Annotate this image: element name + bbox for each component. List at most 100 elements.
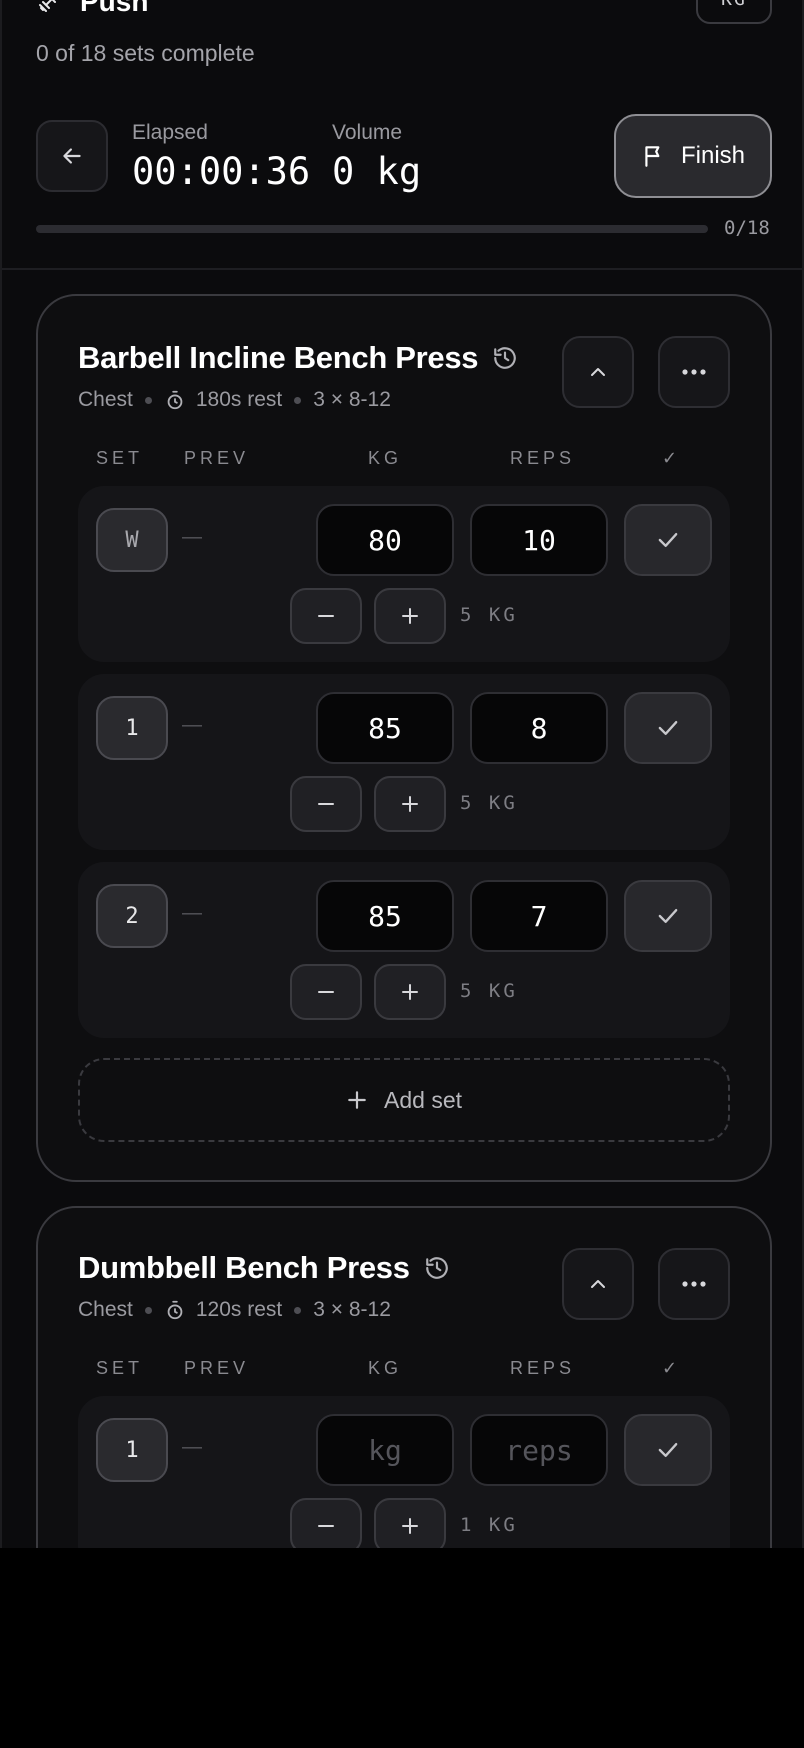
set-number-badge[interactable]: 1 [96, 696, 168, 760]
decrement-weight-button[interactable] [290, 776, 362, 832]
history-icon[interactable] [492, 345, 518, 371]
muscle-group: Chest [78, 1298, 133, 1321]
reps-input[interactable]: reps [470, 1414, 608, 1486]
reps-input[interactable]: 7 [470, 880, 608, 952]
workout-screen: Push KG 0 of 18 sets complete Elapsed 00… [0, 0, 804, 1548]
increment-weight-button[interactable] [374, 964, 446, 1020]
column-header-done: ✓ [662, 1358, 682, 1378]
set-scheme: 3 × 8-12 [313, 1298, 391, 1321]
increment-weight-button[interactable] [374, 588, 446, 644]
stopwatch-icon [167, 1300, 183, 1320]
chevron-up-icon [591, 368, 605, 376]
separator-dot [144, 1306, 152, 1314]
more-options-button[interactable] [658, 1248, 730, 1320]
check-icon [658, 533, 678, 547]
weight-input[interactable]: 85 [316, 880, 454, 952]
header-divider [2, 268, 802, 270]
workout-header: Push [36, 0, 148, 22]
minus-icon [318, 991, 334, 993]
reps-input[interactable]: 10 [470, 504, 608, 576]
rest-timer: 120s rest [164, 1298, 282, 1322]
add-set-label: Add set [384, 1086, 462, 1113]
column-header-done: ✓ [662, 448, 682, 468]
collapse-button[interactable] [562, 336, 634, 408]
rest-timer: 180s rest [164, 388, 282, 412]
weight-step-label: 5 KG [460, 792, 518, 814]
volume-value: 0 kg [332, 150, 422, 193]
previous-value: — [182, 1436, 202, 1458]
decrement-weight-button[interactable] [290, 964, 362, 1020]
decrement-weight-button[interactable] [290, 588, 362, 644]
complete-set-button[interactable] [624, 1414, 712, 1486]
column-header-prev: PREV [184, 1358, 250, 1378]
progress-bar [36, 225, 708, 233]
stopwatch-icon [167, 390, 183, 410]
workout-title: Push [80, 0, 149, 17]
sets-progress-text: 0 of 18 sets complete [36, 40, 255, 66]
minus-icon [318, 615, 334, 617]
muscle-group: Chest [78, 388, 133, 411]
elapsed-value: 00:00:36 [132, 150, 311, 193]
separator-dot [294, 396, 302, 404]
set-number-badge[interactable]: 2 [96, 884, 168, 948]
increment-weight-button[interactable] [374, 776, 446, 832]
complete-set-button[interactable] [624, 504, 712, 576]
reps-input[interactable]: 8 [470, 692, 608, 764]
exercise-title-row: Dumbbell Bench Press [78, 1250, 450, 1286]
plus-icon [402, 1518, 418, 1534]
ellipsis-icon [682, 369, 706, 375]
column-header-prev: PREV [184, 448, 250, 468]
set-type-badge[interactable]: W [96, 508, 168, 572]
column-header-set: SET [96, 1358, 144, 1378]
separator-dot [294, 1306, 302, 1314]
complete-set-button[interactable] [624, 692, 712, 764]
plus-icon [348, 1091, 366, 1109]
column-header-kg: KG [368, 448, 403, 468]
set-row: 1 — kg reps 1 KG [78, 1396, 730, 1548]
complete-set-button[interactable] [624, 880, 712, 952]
history-icon[interactable] [424, 1255, 450, 1281]
finish-button[interactable]: Finish [614, 114, 772, 198]
rest-duration: 180s rest [195, 388, 283, 411]
separator-dot [144, 396, 152, 404]
back-button[interactable] [36, 120, 108, 192]
weight-step-label: 5 KG [460, 604, 518, 626]
progress-count: 0/18 [724, 217, 770, 239]
check-icon [658, 909, 678, 923]
ellipsis-icon [682, 1281, 706, 1287]
column-header-reps: REPS [510, 1358, 576, 1378]
exercise-name: Barbell Incline Bench Press [78, 340, 479, 375]
decrement-weight-button[interactable] [290, 1498, 362, 1548]
exercise-card: Barbell Incline Bench Press Chest 180s r… [36, 294, 772, 1182]
exercise-name: Dumbbell Bench Press [78, 1250, 410, 1285]
elapsed-label: Elapsed [132, 121, 208, 144]
check-icon [658, 721, 678, 735]
minus-icon [318, 803, 334, 805]
minus-icon [318, 1525, 334, 1527]
increment-weight-button[interactable] [374, 1498, 446, 1548]
set-row: 2 — 85 7 5 KG [78, 862, 730, 1038]
set-row: 1 — 85 8 5 KG [78, 674, 730, 850]
collapse-button[interactable] [562, 1248, 634, 1320]
previous-value: — [182, 526, 202, 548]
unit-toggle[interactable]: KG [696, 0, 772, 24]
weight-input[interactable]: kg [316, 1414, 454, 1486]
column-header-reps: REPS [510, 448, 576, 468]
plus-icon [402, 796, 418, 812]
previous-value: — [182, 902, 202, 924]
weight-input[interactable]: 85 [316, 692, 454, 764]
more-options-button[interactable] [658, 336, 730, 408]
set-number-badge[interactable]: 1 [96, 1418, 168, 1482]
plus-icon [402, 608, 418, 624]
weight-step-label: 5 KG [460, 980, 518, 1002]
flag-icon [645, 146, 660, 167]
dumbbell-icon [39, 0, 58, 12]
plus-icon [402, 984, 418, 1000]
exercise-title-row: Barbell Incline Bench Press [78, 340, 518, 376]
finish-label: Finish [680, 142, 746, 169]
rest-duration: 120s rest [195, 1298, 283, 1321]
exercise-card: Dumbbell Bench Press Chest 120s rest 3 ×… [36, 1206, 772, 1548]
weight-step-label: 1 KG [460, 1514, 518, 1536]
weight-input[interactable]: 80 [316, 504, 454, 576]
add-set-button[interactable]: Add set [78, 1058, 730, 1142]
